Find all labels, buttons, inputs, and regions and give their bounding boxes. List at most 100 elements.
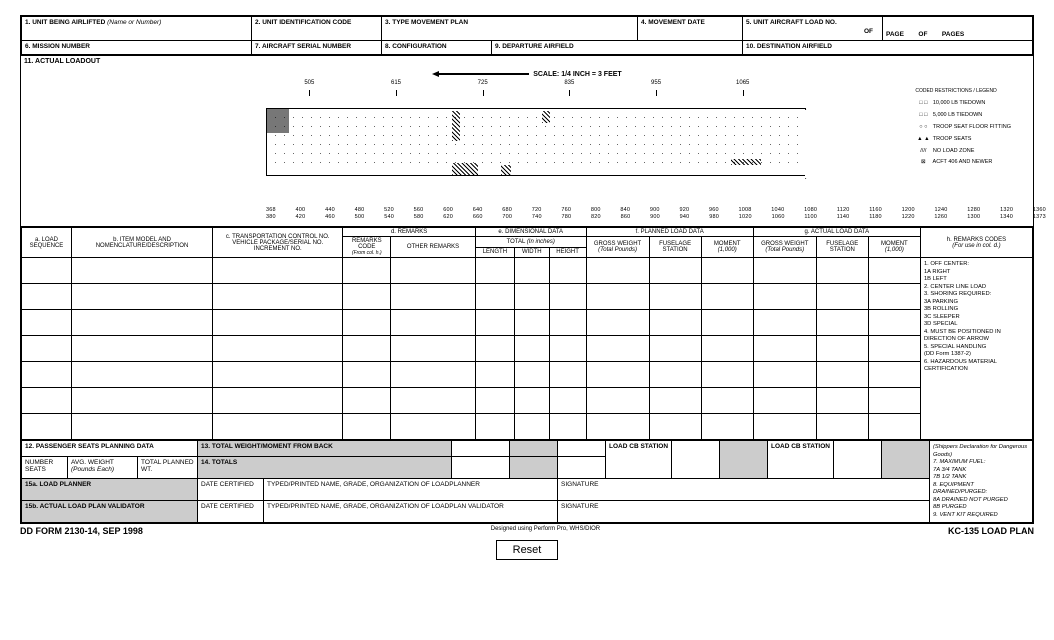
data-cell[interactable]	[22, 388, 72, 414]
field-12a[interactable]: NUMBER SEATS	[22, 457, 68, 479]
data-cell[interactable]	[213, 336, 343, 362]
data-cell[interactable]	[586, 362, 649, 388]
data-cell[interactable]	[816, 362, 868, 388]
data-cell[interactable]	[649, 388, 701, 414]
data-cell[interactable]	[391, 414, 476, 440]
data-cell[interactable]	[586, 414, 649, 440]
data-cell[interactable]	[343, 414, 391, 440]
data-cell[interactable]	[868, 258, 920, 284]
data-cell[interactable]	[475, 414, 514, 440]
data-cell[interactable]	[586, 258, 649, 284]
reset-button[interactable]: Reset	[496, 540, 559, 560]
data-cell[interactable]	[343, 310, 391, 336]
data-cell[interactable]	[549, 284, 586, 310]
data-cell[interactable]	[868, 284, 920, 310]
data-cell[interactable]	[649, 310, 701, 336]
data-cell[interactable]	[753, 362, 816, 388]
data-cell[interactable]	[868, 336, 920, 362]
data-cell[interactable]	[22, 414, 72, 440]
cb-planned-val[interactable]	[672, 441, 720, 479]
data-cell[interactable]	[343, 284, 391, 310]
data-cell[interactable]	[816, 258, 868, 284]
data-cell[interactable]	[213, 414, 343, 440]
data-cell[interactable]	[71, 362, 212, 388]
data-cell[interactable]	[816, 414, 868, 440]
data-cell[interactable]	[649, 284, 701, 310]
data-cell[interactable]	[816, 388, 868, 414]
date-cert-b[interactable]: DATE CERTIFIED	[198, 501, 264, 523]
data-cell[interactable]	[701, 258, 753, 284]
data-cell[interactable]	[753, 284, 816, 310]
data-cell[interactable]	[549, 362, 586, 388]
data-cell[interactable]	[475, 362, 514, 388]
totals-moment[interactable]	[558, 457, 606, 479]
field-9[interactable]: 9. DEPARTURE AIRFIELD	[492, 41, 743, 55]
cell-f1-13[interactable]	[452, 441, 510, 457]
data-cell[interactable]	[549, 336, 586, 362]
data-cell[interactable]	[514, 414, 549, 440]
field-1[interactable]: 1. UNIT BEING AIRLIFTED (Name or Number)	[22, 17, 252, 41]
data-cell[interactable]	[343, 388, 391, 414]
field-12c[interactable]: TOTAL PLANNED WT.	[138, 457, 198, 479]
data-cell[interactable]	[475, 258, 514, 284]
field-12b[interactable]: AVG. WEIGHT(Pounds Each)	[68, 457, 138, 479]
data-cell[interactable]	[649, 258, 701, 284]
data-cell[interactable]	[701, 414, 753, 440]
data-cell[interactable]	[514, 258, 549, 284]
data-cell[interactable]	[475, 336, 514, 362]
field-7[interactable]: 7. AIRCRAFT SERIAL NUMBER	[252, 41, 382, 55]
data-cell[interactable]	[71, 258, 212, 284]
data-cell[interactable]	[549, 310, 586, 336]
data-cell[interactable]	[816, 284, 868, 310]
data-cell[interactable]	[391, 388, 476, 414]
data-cell[interactable]	[649, 414, 701, 440]
field-3[interactable]: 3. TYPE MOVEMENT PLAN	[382, 17, 638, 41]
data-cell[interactable]	[514, 336, 549, 362]
data-cell[interactable]	[701, 284, 753, 310]
cell-f3-13[interactable]	[558, 441, 606, 457]
cb-actual-val[interactable]	[834, 441, 882, 479]
data-cell[interactable]	[701, 362, 753, 388]
data-cell[interactable]	[213, 310, 343, 336]
data-cell[interactable]	[343, 258, 391, 284]
data-cell[interactable]	[71, 336, 212, 362]
data-cell[interactable]	[514, 284, 549, 310]
data-cell[interactable]	[701, 310, 753, 336]
data-cell[interactable]	[71, 284, 212, 310]
data-cell[interactable]	[753, 388, 816, 414]
data-cell[interactable]	[868, 388, 920, 414]
data-cell[interactable]	[213, 284, 343, 310]
data-cell[interactable]	[22, 284, 72, 310]
data-cell[interactable]	[753, 336, 816, 362]
data-cell[interactable]	[549, 258, 586, 284]
data-cell[interactable]	[868, 310, 920, 336]
data-cell[interactable]	[213, 362, 343, 388]
data-cell[interactable]	[549, 414, 586, 440]
data-cell[interactable]	[586, 336, 649, 362]
data-cell[interactable]	[391, 284, 476, 310]
field-4[interactable]: 4. MOVEMENT DATE	[638, 17, 743, 41]
data-cell[interactable]	[649, 362, 701, 388]
data-cell[interactable]	[391, 258, 476, 284]
data-cell[interactable]	[586, 388, 649, 414]
data-cell[interactable]	[391, 336, 476, 362]
data-cell[interactable]	[213, 258, 343, 284]
date-cert-a[interactable]: DATE CERTIFIED	[198, 479, 264, 501]
typed-name-b[interactable]: TYPED/PRINTED NAME, GRADE, ORGANIZATION …	[264, 501, 558, 523]
data-cell[interactable]	[343, 362, 391, 388]
data-cell[interactable]	[391, 362, 476, 388]
field-10[interactable]: 10. DESTINATION AIRFIELD	[743, 41, 1033, 55]
data-cell[interactable]	[514, 388, 549, 414]
data-cell[interactable]	[213, 388, 343, 414]
data-cell[interactable]	[22, 336, 72, 362]
data-cell[interactable]	[868, 362, 920, 388]
data-cell[interactable]	[649, 336, 701, 362]
data-cell[interactable]	[475, 284, 514, 310]
field-8[interactable]: 8. CONFIGURATION	[382, 41, 492, 55]
data-cell[interactable]	[514, 362, 549, 388]
data-cell[interactable]	[22, 310, 72, 336]
data-cell[interactable]	[71, 414, 212, 440]
field-5[interactable]: 5. UNIT AIRCRAFT LOAD NO.OF	[743, 17, 883, 41]
data-cell[interactable]	[586, 284, 649, 310]
data-cell[interactable]	[868, 414, 920, 440]
